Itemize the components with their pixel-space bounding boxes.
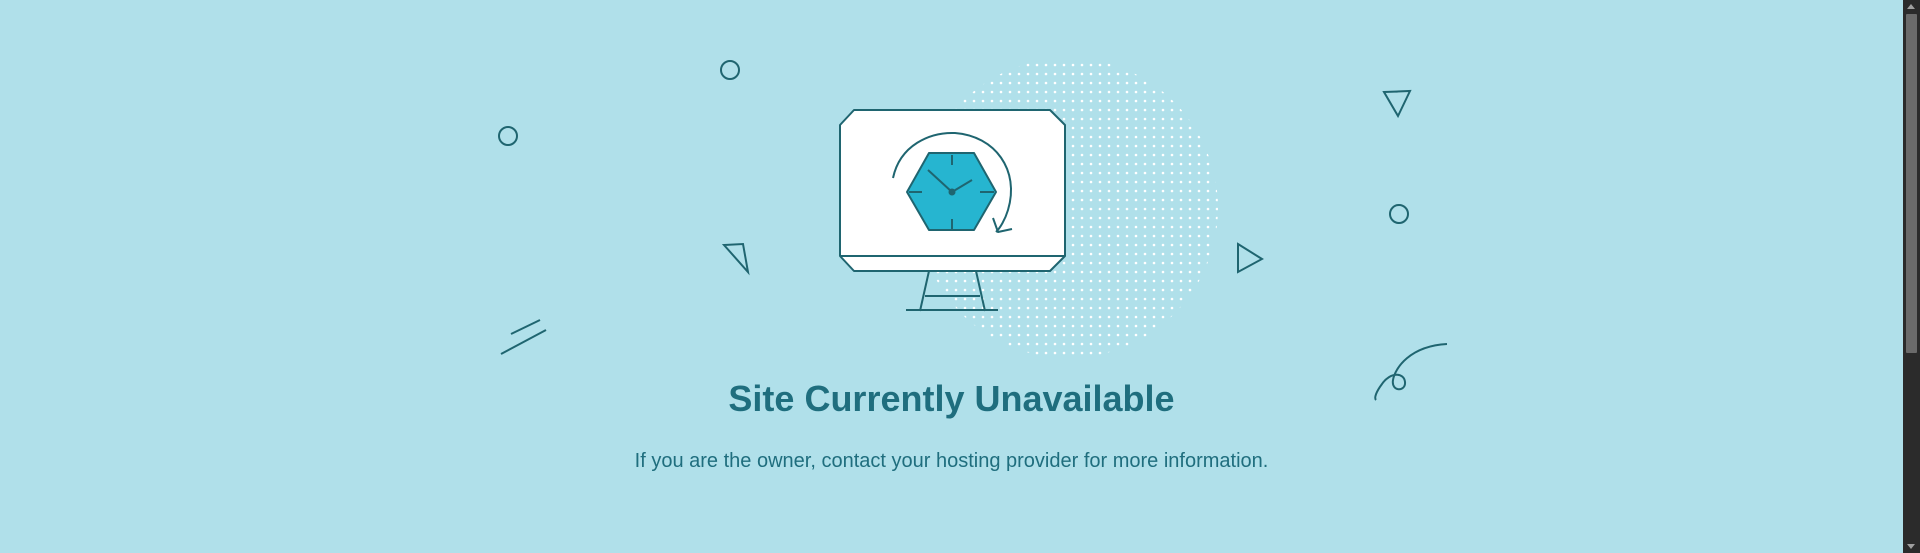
triangle-shape-icon <box>1237 242 1264 274</box>
page-title: Site Currently Unavailable <box>728 378 1175 419</box>
dash-line-icon <box>500 329 547 355</box>
vertical-scrollbar[interactable] <box>1903 0 1920 553</box>
circle-shape-icon <box>1389 204 1409 224</box>
scrollbar-thumb[interactable] <box>1906 14 1917 353</box>
triangle-shape-icon <box>721 242 750 276</box>
scroll-up-arrow-icon[interactable] <box>1907 4 1915 9</box>
scroll-down-arrow-icon[interactable] <box>1907 544 1915 549</box>
triangle-shape-icon <box>1382 89 1412 119</box>
circle-shape-icon <box>720 60 740 80</box>
dash-line-icon <box>510 319 541 335</box>
owner-contact-message: If you are the owner, contact your hosti… <box>634 450 1269 472</box>
circle-shape-icon <box>498 126 518 146</box>
page: Site Currently Unavailable If you are th… <box>0 0 1903 553</box>
